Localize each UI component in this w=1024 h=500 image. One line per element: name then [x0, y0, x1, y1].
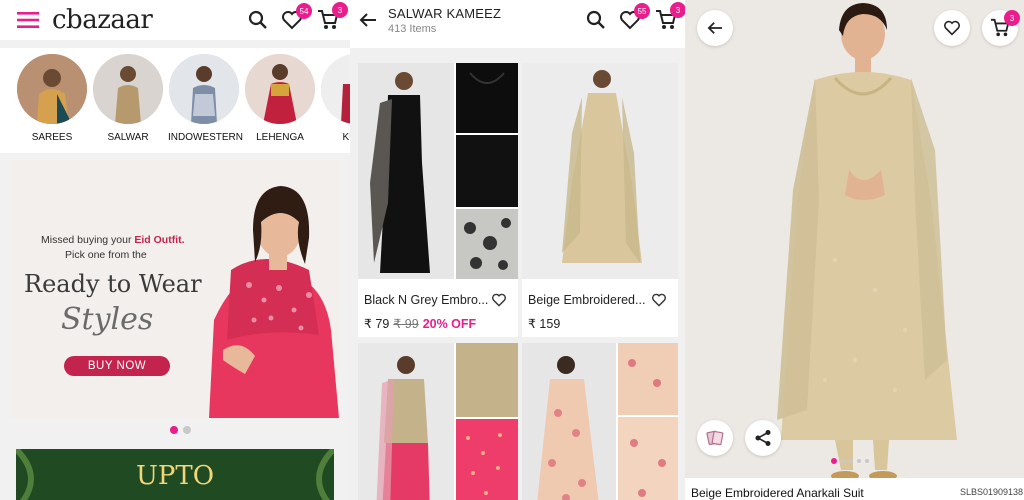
- cbazaar-logo[interactable]: cbazaar: [52, 5, 153, 35]
- product-card-peach-set[interactable]: [358, 343, 518, 500]
- pagination-dot[interactable]: [865, 459, 869, 463]
- product-image: [522, 343, 678, 500]
- category-image: [321, 54, 350, 124]
- product-image: [358, 63, 518, 279]
- category-image: [245, 54, 315, 124]
- cart-icon[interactable]: 3: [654, 2, 685, 32]
- product-image: [522, 63, 678, 279]
- banner-subtext-2: Pick one from the: [65, 249, 147, 261]
- category-label: SALWAR: [107, 132, 149, 143]
- product-name: Black N Grey Embro...: [364, 293, 489, 307]
- banner-subtext-prefix: Missed buying your: [41, 234, 135, 246]
- category-salwar[interactable]: SALWAR: [92, 54, 164, 143]
- pagination-dot-active[interactable]: [831, 458, 837, 464]
- promo-upto-text: UPTO: [135, 461, 215, 491]
- category-image: [169, 54, 239, 124]
- category-carousel: SAREES SALWAR INDOWESTERN LEHENGA KURT: [0, 48, 350, 153]
- product-info-bar: Beige Embroidered Anarkali Suit SLBS0190…: [685, 478, 1024, 500]
- category-indowestern[interactable]: INDOWESTERN: [168, 54, 243, 143]
- banner-headline: Ready to Wear: [24, 270, 202, 298]
- share-icon: [755, 430, 771, 446]
- product-name: Beige Embroidered...: [528, 293, 646, 307]
- wishlist-count-badge: 54: [296, 3, 312, 19]
- product-card-black-grey[interactable]: Black N Grey Embro... ₹ 79 ₹ 99 20% OFF: [358, 63, 518, 337]
- cart-count-badge: 3: [1004, 10, 1020, 26]
- banner-script-text: Styles: [61, 302, 154, 337]
- wishlist-button[interactable]: [934, 10, 970, 46]
- category-label: KURT: [342, 132, 350, 143]
- banner-subtext-highlight: Eid Outfit.: [134, 234, 185, 246]
- product-discount: 20% OFF: [422, 317, 477, 331]
- cart-icon[interactable]: 3: [316, 2, 348, 32]
- back-button[interactable]: [697, 10, 733, 46]
- product-title: Beige Embroidered Anarkali Suit: [691, 486, 864, 500]
- category-label: LEHENGA: [256, 132, 304, 143]
- pagination-dot[interactable]: [849, 459, 853, 463]
- home-screen: cbazaar 54 3 SAREES SALWAR INDOWESTERN L…: [0, 0, 350, 500]
- banner-pagination: [170, 426, 191, 434]
- banner-subtext-1: Missed buying your Eid Outfit.: [41, 234, 185, 246]
- image-pagination: [831, 458, 869, 464]
- promo-banner[interactable]: Missed buying your Eid Outfit. Pick one …: [9, 160, 339, 418]
- promo-banner-secondary[interactable]: UPTO: [16, 449, 334, 500]
- swatch-button[interactable]: [697, 420, 733, 456]
- pagination-dot[interactable]: [841, 459, 845, 463]
- cart-count-badge: 3: [670, 2, 685, 18]
- product-card-floral[interactable]: [522, 343, 678, 500]
- wishlist-heart-icon[interactable]: [650, 292, 668, 308]
- listing-screen: SALWAR KAMEEZ 413 Items 55 3 Black N Gre…: [350, 0, 685, 500]
- product-card-beige[interactable]: Beige Embroidered... ₹ 159: [522, 63, 678, 337]
- product-price: ₹ 79: [364, 317, 390, 331]
- cart-count-badge: 3: [332, 2, 348, 18]
- swatch-cards-icon: [706, 430, 724, 446]
- product-detail-image[interactable]: [685, 0, 1024, 500]
- share-button[interactable]: [745, 420, 781, 456]
- wishlist-count-badge: 55: [634, 3, 650, 19]
- listing-item-count: 413 Items: [388, 23, 437, 35]
- cart-button[interactable]: 3: [982, 10, 1020, 46]
- back-arrow-icon[interactable]: [356, 8, 380, 32]
- product-mrp: ₹ 99: [393, 317, 419, 331]
- product-detail-screen: 3 Beige Embroidered Anarkali Suit SLBS01…: [685, 0, 1024, 500]
- listing-top-bar: SALWAR KAMEEZ 413 Items 55 3: [350, 0, 685, 48]
- product-sku: SLBS01909138: [960, 487, 1024, 497]
- category-lehenga[interactable]: LEHENGA: [244, 54, 316, 143]
- wishlist-icon[interactable]: 54: [280, 3, 312, 31]
- wishlist-heart-icon[interactable]: [490, 292, 508, 308]
- menu-icon[interactable]: [14, 8, 42, 32]
- category-image: [93, 54, 163, 124]
- category-label: SAREES: [31, 132, 73, 143]
- search-icon[interactable]: [584, 8, 608, 32]
- logo-text: cbazaar: [52, 5, 153, 35]
- category-kurtis[interactable]: KURT: [320, 54, 350, 143]
- product-price-row: ₹ 79 ₹ 99 20% OFF: [364, 316, 476, 331]
- wishlist-icon[interactable]: 55: [618, 3, 650, 31]
- category-image: [17, 54, 87, 124]
- heart-icon: [944, 20, 960, 36]
- product-price: ₹ 159: [528, 317, 561, 331]
- category-sarees[interactable]: SAREES: [16, 54, 88, 143]
- product-image: [358, 343, 518, 500]
- pagination-dot[interactable]: [857, 459, 861, 463]
- category-label: INDOWESTERN: [168, 132, 243, 143]
- search-icon[interactable]: [246, 8, 270, 32]
- home-top-bar: cbazaar 54 3: [0, 0, 350, 40]
- product-price-row: ₹ 159: [528, 316, 560, 331]
- pagination-dot[interactable]: [183, 426, 191, 434]
- buy-now-button[interactable]: BUY NOW: [64, 356, 170, 376]
- back-arrow-icon: [707, 22, 722, 34]
- listing-title: SALWAR KAMEEZ: [388, 6, 502, 21]
- pagination-dot-active[interactable]: [170, 426, 178, 434]
